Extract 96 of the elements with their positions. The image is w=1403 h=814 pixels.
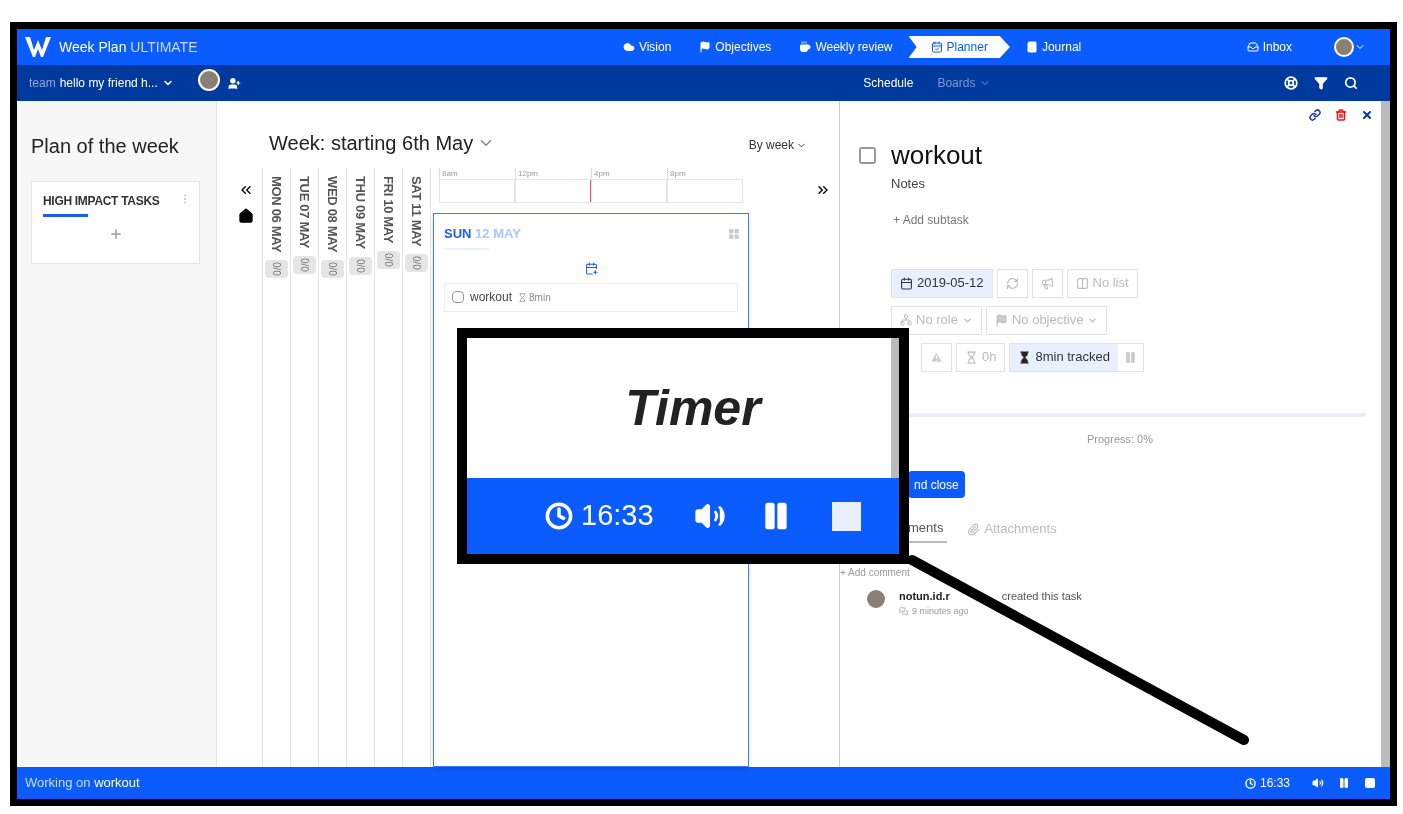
nav-tab[interactable]: Vision xyxy=(610,36,684,58)
avatar xyxy=(1334,37,1354,57)
day-count: 0/0 xyxy=(377,251,400,269)
checkbox[interactable] xyxy=(452,291,464,303)
comments-icon xyxy=(899,606,908,616)
stop-icon[interactable] xyxy=(1364,777,1376,789)
hour-label: 4pm xyxy=(591,168,667,179)
date-chip[interactable]: 2019-05-12 xyxy=(891,268,993,298)
filter-icon[interactable] xyxy=(1314,76,1328,90)
hourglass-icon xyxy=(965,350,978,364)
calendar-icon xyxy=(930,41,943,53)
day-column[interactable]: MON 06 MAY 0/0 xyxy=(262,168,291,767)
day-count: 0/0 xyxy=(349,256,372,275)
day-count: 0/0 xyxy=(293,256,316,275)
day-column[interactable]: WED 08 MAY 0/0 xyxy=(318,168,347,767)
progress-label: Progress: 0% xyxy=(1087,431,1153,447)
add-subtask-link[interactable]: + Add subtask xyxy=(893,210,969,229)
hour-label: 8pm xyxy=(667,168,743,179)
paperclip-icon xyxy=(967,522,981,536)
day-label: WED 08 MAY xyxy=(324,176,342,253)
task-title: workout xyxy=(891,140,983,170)
calendar-icon xyxy=(900,276,913,290)
hourglass-icon xyxy=(1018,350,1032,364)
repeat-icon xyxy=(1005,276,1019,290)
day-column[interactable]: THU 09 MAY 0/0 xyxy=(346,168,375,767)
inbox-icon xyxy=(1246,41,1259,53)
flag-icon xyxy=(699,41,712,53)
logo-icon xyxy=(25,36,51,58)
home-icon[interactable] xyxy=(238,208,254,224)
hierarchy-icon xyxy=(900,314,912,326)
day-count: 0/0 xyxy=(265,260,288,279)
columns-icon xyxy=(1075,276,1089,290)
activity-time: 9 minutes ago xyxy=(899,604,969,618)
pause-icon[interactable] xyxy=(1338,777,1350,789)
stop-icon xyxy=(831,501,861,531)
add-comment-link[interactable]: + Add comment xyxy=(840,565,910,580)
save-button[interactable]: nd close xyxy=(908,471,965,498)
warning-icon xyxy=(930,350,943,364)
flag-icon xyxy=(994,313,1008,327)
nav-tab[interactable]: Weekly review xyxy=(787,36,905,58)
volume-icon[interactable] xyxy=(1312,777,1324,789)
search-icon[interactable] xyxy=(1344,76,1358,90)
task-name: workout xyxy=(470,289,513,306)
callout-title: Timer xyxy=(624,378,761,438)
hour-label: 12pm xyxy=(515,168,591,179)
cloud-icon xyxy=(622,41,635,53)
cup-icon xyxy=(799,41,812,53)
task-duration: 8min xyxy=(529,290,551,305)
status-text: Working on workout xyxy=(25,774,140,793)
day-count: 0/0 xyxy=(405,254,428,273)
view-dropdown[interactable]: By week xyxy=(748,136,807,154)
hour-label: 8am xyxy=(439,168,515,179)
link-icon[interactable] xyxy=(1309,109,1321,121)
day-label: MON 06 MAY xyxy=(268,176,286,253)
close-icon[interactable] xyxy=(1361,109,1373,121)
hourglass-icon xyxy=(518,292,528,302)
book-icon xyxy=(1025,41,1038,53)
task-row[interactable]: workout 8min xyxy=(444,282,738,312)
delete-icon[interactable] xyxy=(1335,109,1347,121)
day-label: TUE 07 MAY xyxy=(296,176,314,249)
day-label: SAT 11 MAY xyxy=(408,176,426,247)
timer-time: 16:33 xyxy=(1259,775,1290,792)
clock-icon xyxy=(545,502,573,530)
inbox-link[interactable]: Inbox xyxy=(1246,38,1292,56)
activity-user: notun.id.r xyxy=(899,589,950,604)
week-title[interactable]: Week: starting 6th May xyxy=(269,128,496,158)
day-count: 0/0 xyxy=(321,260,344,279)
team-dropdown[interactable]: hello my friend h... xyxy=(59,74,174,92)
day-column[interactable]: SAT 11 MAY 0/0 xyxy=(402,168,431,767)
tracked-chip: 8min tracked xyxy=(1010,343,1118,371)
megaphone-icon xyxy=(1040,276,1054,290)
app-title: Week Plan ULTIMATE xyxy=(59,37,198,57)
notes-field[interactable]: Notes xyxy=(891,174,925,194)
clock-icon xyxy=(1244,777,1256,789)
day-label: THU 09 MAY xyxy=(352,176,370,249)
day-card-title: SUN 12 MAY xyxy=(444,225,521,243)
timer-time: 16:33 xyxy=(581,498,654,534)
nav-tab[interactable]: Planner xyxy=(908,36,1010,58)
activity-text: created this task xyxy=(1001,589,1082,604)
scrollbar[interactable] xyxy=(1381,101,1390,767)
team-label: team xyxy=(29,75,56,92)
day-label: FRI 10 MAY xyxy=(380,176,398,244)
help-icon[interactable] xyxy=(1284,76,1298,90)
nav-tab[interactable]: Journal xyxy=(1013,36,1094,58)
sidebar-title: Plan of the week xyxy=(31,134,180,159)
avatar xyxy=(197,68,220,91)
card-title: HIGH IMPACT TASKS xyxy=(43,193,160,210)
checkbox[interactable] xyxy=(859,146,876,164)
day-column[interactable]: TUE 07 MAY 0/0 xyxy=(290,168,319,767)
view-tab[interactable]: Schedule xyxy=(863,74,914,92)
nav-tab[interactable]: Objectives xyxy=(687,36,784,58)
day-column[interactable]: FRI 10 MAY 0/0 xyxy=(374,168,403,767)
add-user-icon[interactable] xyxy=(227,76,241,90)
calendar-add-icon[interactable] xyxy=(584,261,598,275)
view-tab[interactable]: Boards xyxy=(937,74,992,92)
now-marker xyxy=(590,180,592,202)
